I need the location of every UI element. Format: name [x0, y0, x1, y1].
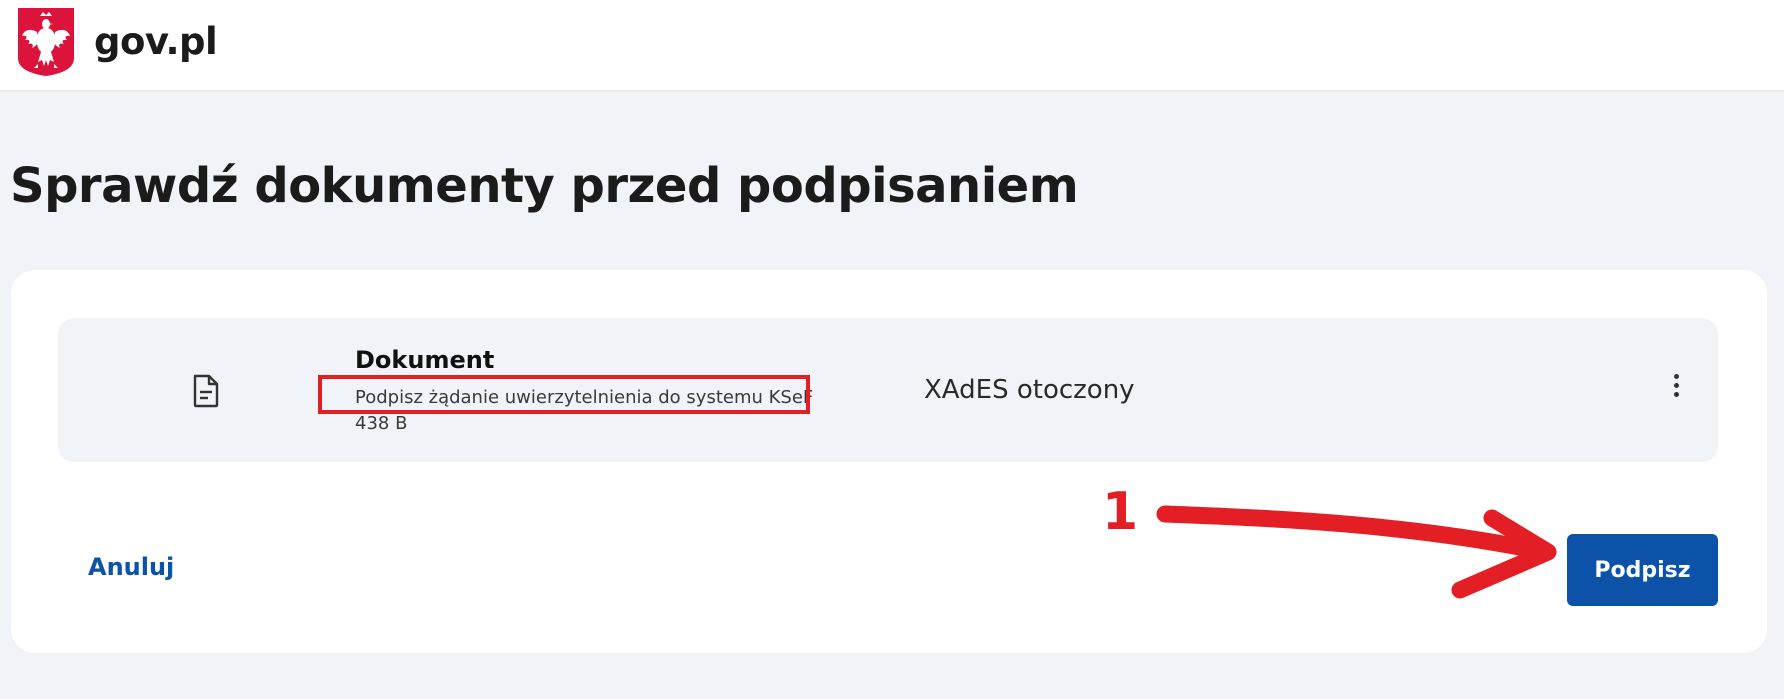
- top-bar: gov.pl: [0, 0, 1784, 90]
- brand-name[interactable]: gov.pl: [94, 20, 218, 63]
- signature-format: XAdES otoczony: [924, 375, 1135, 405]
- document-size: 438 B: [355, 413, 408, 434]
- cancel-link[interactable]: Anuluj: [88, 553, 174, 581]
- document-row: [58, 318, 1718, 462]
- document-icon: [193, 374, 219, 408]
- description-highlight-box: [318, 375, 810, 414]
- document-name: Dokument: [355, 346, 495, 374]
- polish-eagle-emblem-icon[interactable]: [16, 6, 76, 78]
- more-vertical-icon[interactable]: [1662, 372, 1690, 404]
- step-number-annotation: 1: [1102, 482, 1139, 542]
- sign-button[interactable]: Podpisz: [1567, 534, 1718, 606]
- page-title: Sprawdź dokumenty przed podpisaniem: [10, 158, 1079, 214]
